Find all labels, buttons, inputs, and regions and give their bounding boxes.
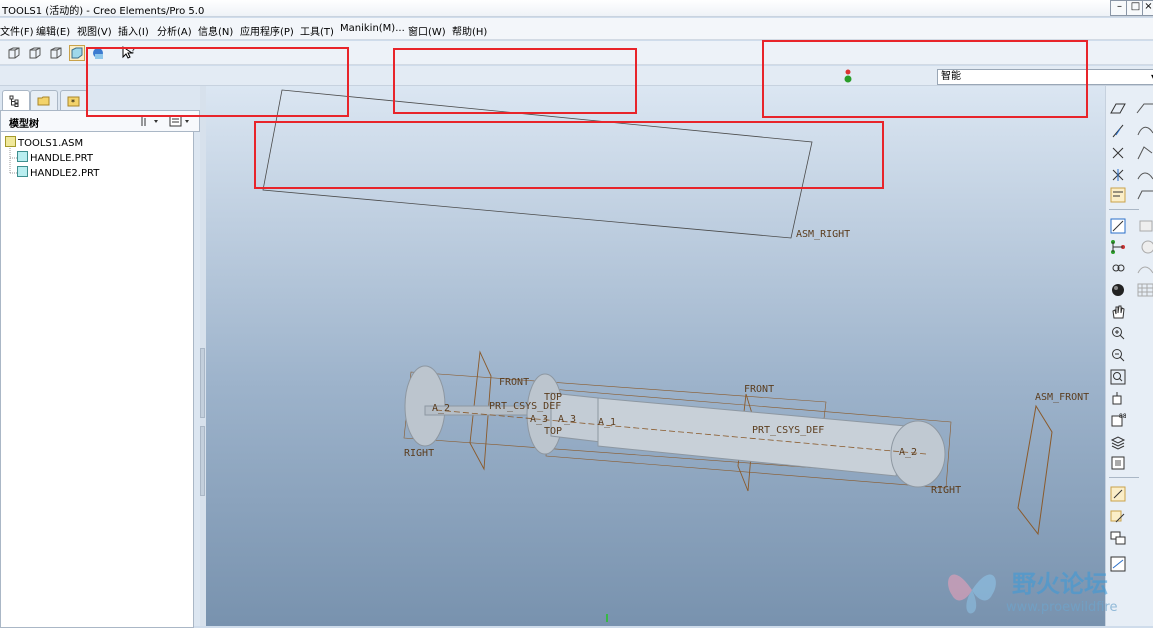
highlight-box — [762, 40, 1088, 118]
menu-edit[interactable]: 编辑(E) — [36, 23, 70, 38]
datum-label: FRONT — [499, 377, 530, 388]
create-component-icon[interactable] — [1110, 529, 1126, 545]
watermark-title: 野火论坛 — [1012, 570, 1108, 598]
tab-favorites[interactable]: * — [60, 90, 88, 111]
tree-node-label: HANDLE.PRT — [30, 153, 93, 164]
menu-window[interactable]: 窗口(W) — [408, 23, 446, 38]
highlight-box — [86, 47, 349, 117]
package-icon[interactable] — [1110, 508, 1126, 524]
menu-analysis[interactable]: 分析(A) — [157, 23, 192, 38]
layers-icon[interactable] — [1110, 434, 1126, 450]
axis-label: A_3 — [530, 414, 549, 425]
window-title: TOOLS1 (活动的) - Creo Elements/Pro 5.0 — [2, 6, 205, 17]
sweep-icon[interactable] — [1136, 261, 1153, 277]
grid-icon[interactable] — [1136, 282, 1153, 298]
sketch-icon[interactable] — [1110, 218, 1126, 234]
revolve-icon[interactable] — [1136, 239, 1153, 255]
tab-model-tree[interactable] — [2, 90, 30, 111]
highlight-box — [254, 121, 884, 189]
curve-icon[interactable] — [1136, 123, 1153, 139]
extrude-icon[interactable] — [1136, 218, 1153, 234]
saved-views-icon[interactable]: 88 — [1110, 412, 1126, 428]
menu-manikin[interactable]: Manikin(M)... — [340, 23, 405, 34]
datum-label: FRONT — [744, 384, 775, 395]
csys-label: PRT_CSYS_DEF — [752, 425, 825, 436]
component-icon[interactable] — [1110, 486, 1126, 502]
datum-label: ASM_FRONT — [1035, 392, 1090, 403]
svg-text:*: * — [71, 98, 75, 107]
assembly-icon — [5, 136, 16, 147]
highlight-box — [393, 48, 637, 114]
tree-node-part[interactable]: HANDLE.PRT — [17, 151, 93, 164]
menu-tools[interactable]: 工具(T) — [300, 23, 334, 38]
refit-icon[interactable] — [1110, 369, 1126, 385]
appearance-icon[interactable] — [1110, 282, 1126, 298]
hidden-line-icon[interactable] — [27, 45, 43, 61]
axis-label: A_2 — [899, 447, 918, 458]
model-tree: TOOLS1.ASM HANDLE.PRT HANDLE2.PRT — [0, 131, 194, 628]
datum-label: RIGHT — [404, 448, 435, 459]
model-tree-title: 模型树 — [9, 119, 39, 130]
datum-axis-icon[interactable] — [1110, 123, 1126, 139]
no-hidden-icon[interactable] — [48, 45, 64, 61]
folder-icon — [37, 96, 50, 106]
wireframe-icon[interactable] — [6, 45, 22, 61]
hand-icon[interactable] — [1110, 304, 1126, 320]
shading-icon[interactable] — [69, 45, 85, 61]
connect-icon[interactable] — [1110, 239, 1126, 255]
axis-label: A_3 — [558, 414, 577, 425]
favorites-icon: * — [67, 96, 80, 107]
boundary-icon[interactable] — [1136, 187, 1153, 203]
tree-node-label: TOOLS1.ASM — [18, 138, 84, 149]
menu-view[interactable]: 视图(V) — [77, 23, 112, 38]
reorient-icon[interactable] — [1110, 390, 1126, 406]
spline-icon[interactable] — [1136, 145, 1153, 161]
eye-icon[interactable] — [1110, 261, 1126, 277]
part-icon — [17, 166, 28, 177]
datum-label: RIGHT — [931, 485, 962, 496]
menu-applications[interactable]: 应用程序(P) — [240, 23, 294, 38]
butterfly-logo-icon — [948, 574, 996, 614]
sketch-tool-icon[interactable] — [1136, 101, 1153, 117]
close-button[interactable]: × — [1142, 0, 1153, 16]
menu-help[interactable]: 帮助(H) — [452, 23, 487, 38]
zoom-in-icon[interactable] — [1110, 325, 1126, 341]
menu-info[interactable]: 信息(N) — [198, 23, 233, 38]
part-icon — [17, 151, 28, 162]
axis-label: A_2 — [432, 403, 451, 414]
watermark-url: www.proewildfire — [1006, 600, 1118, 615]
annotation-icon[interactable] — [1110, 187, 1126, 203]
datum-label: ASM_RIGHT — [796, 229, 851, 240]
csys-label: PRT_CSYS_DEF — [489, 401, 562, 412]
datum-point-icon[interactable] — [1110, 145, 1126, 161]
menu-insert[interactable]: 插入(I) — [118, 23, 149, 38]
tree-node-label: HANDLE2.PRT — [30, 168, 100, 179]
navigator-panel: * 模型树 TOOLS1.ASM HANDLE.PRT HANDLE2.PRT — [0, 86, 200, 628]
window-title-bar: TOOLS1 (活动的) - Creo Elements/Pro 5.0 – □… — [0, 0, 1153, 17]
datum-label: TOP — [544, 426, 563, 437]
menu-bar: 文件(F) 编辑(E) 视图(V) 插入(I) 分析(A) 信息(N) 应用程序… — [0, 18, 1153, 40]
zoom-out-icon[interactable] — [1110, 347, 1126, 363]
tree-icon — [9, 95, 19, 107]
axis-label: A_1 — [598, 417, 617, 428]
tree-node-part[interactable]: HANDLE2.PRT — [17, 166, 99, 179]
svg-text:88: 88 — [1119, 413, 1126, 420]
watermark: 野火论坛 www.proewildfire — [942, 560, 1132, 620]
menu-file[interactable]: 文件(F) — [0, 23, 34, 38]
datum-csys-icon[interactable] — [1110, 167, 1126, 183]
surface-icon[interactable] — [1136, 167, 1153, 183]
tab-folder-browser[interactable] — [30, 90, 58, 111]
datum-plane-icon[interactable] — [1110, 101, 1126, 117]
right-toolbar: 88 — [1105, 86, 1153, 626]
view-manager-icon[interactable] — [1110, 455, 1126, 471]
